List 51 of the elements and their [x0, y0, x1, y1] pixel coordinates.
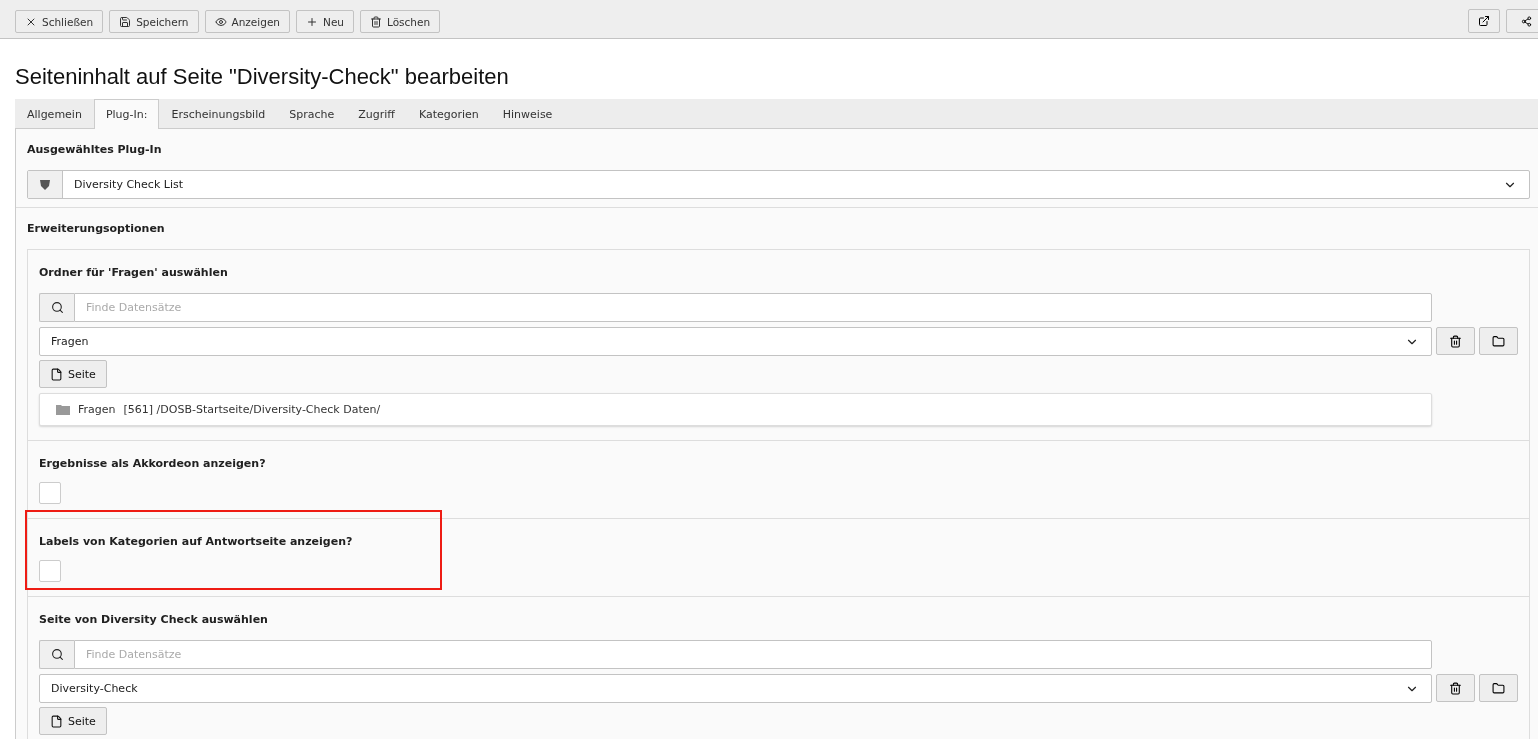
page-button[interactable]: Seite [39, 707, 107, 735]
tab[interactable]: Allgemein [15, 99, 94, 129]
new-button[interactable]: Neu [296, 10, 354, 33]
share-button[interactable] [1506, 9, 1538, 33]
tab[interactable]: Erscheinungsbild [159, 99, 278, 129]
delete-button[interactable] [1436, 327, 1475, 355]
folder-select[interactable]: Fragen [39, 327, 1432, 356]
close-button[interactable]: Schließen [15, 10, 104, 33]
search-icon [50, 648, 64, 661]
browse-button[interactable] [1479, 674, 1518, 702]
shield-icon [39, 178, 51, 191]
trash-icon [1449, 681, 1462, 695]
folder-icon [56, 404, 70, 415]
tab[interactable]: Zugriff [346, 99, 407, 129]
checkbox[interactable] [39, 560, 61, 582]
checkbox[interactable] [39, 482, 61, 504]
plugin-select[interactable]: Diversity Check List [27, 170, 1530, 199]
tab[interactable]: Kategorien [406, 99, 491, 129]
folder-icon [1492, 681, 1505, 695]
search-field[interactable]: Finde Datensätze [74, 640, 1432, 669]
field-label: Labels von Kategorien auf Antwortseite anzeigen? [39, 535, 354, 548]
external-link-icon [1478, 15, 1490, 27]
folder-select[interactable]: Diversity-Check [39, 674, 1432, 703]
field-label: Ausgewähltes Plug-In [27, 143, 163, 156]
view-button[interactable]: Anzeigen [204, 10, 291, 33]
search-field[interactable]: Finde Datensätze [74, 293, 1432, 322]
delete-button[interactable] [1436, 674, 1475, 702]
section-label: Erweiterungsoptionen [27, 222, 166, 235]
delete-button[interactable]: Löschen [360, 10, 441, 33]
file-icon [50, 714, 63, 728]
share-icon [1520, 15, 1532, 27]
record-path: [561] /DOSB-Startseite/Diversity-Check Daten/ [123, 403, 381, 416]
file-icon [50, 367, 63, 381]
tab[interactable]: Hinweise [490, 99, 565, 129]
page-title: Seiteninhalt auf Seite "Diversity-Check" bearbeiten [15, 64, 510, 90]
save-button[interactable]: Speichern [109, 10, 199, 33]
field-label: Seite von Diversity Check auswählen [39, 613, 269, 626]
tab[interactable]: Plug-In: [93, 99, 160, 129]
eye-icon [214, 15, 227, 28]
field-label: Ordner für 'Fragen' auswählen [39, 266, 229, 279]
page-button[interactable]: Seite [39, 360, 107, 388]
field-label: Ergebnisse als Akkordeon anzeigen? [39, 457, 267, 470]
folder-icon [1492, 334, 1505, 348]
trash-icon [370, 15, 382, 28]
search-icon [50, 301, 64, 314]
browse-button[interactable] [1479, 327, 1518, 355]
open-new-window-button[interactable] [1468, 9, 1500, 33]
tab[interactable]: Sprache [277, 99, 347, 129]
record-title[interactable]: Fragen [78, 403, 116, 416]
trash-icon [1449, 334, 1462, 348]
plus-icon [306, 15, 319, 28]
